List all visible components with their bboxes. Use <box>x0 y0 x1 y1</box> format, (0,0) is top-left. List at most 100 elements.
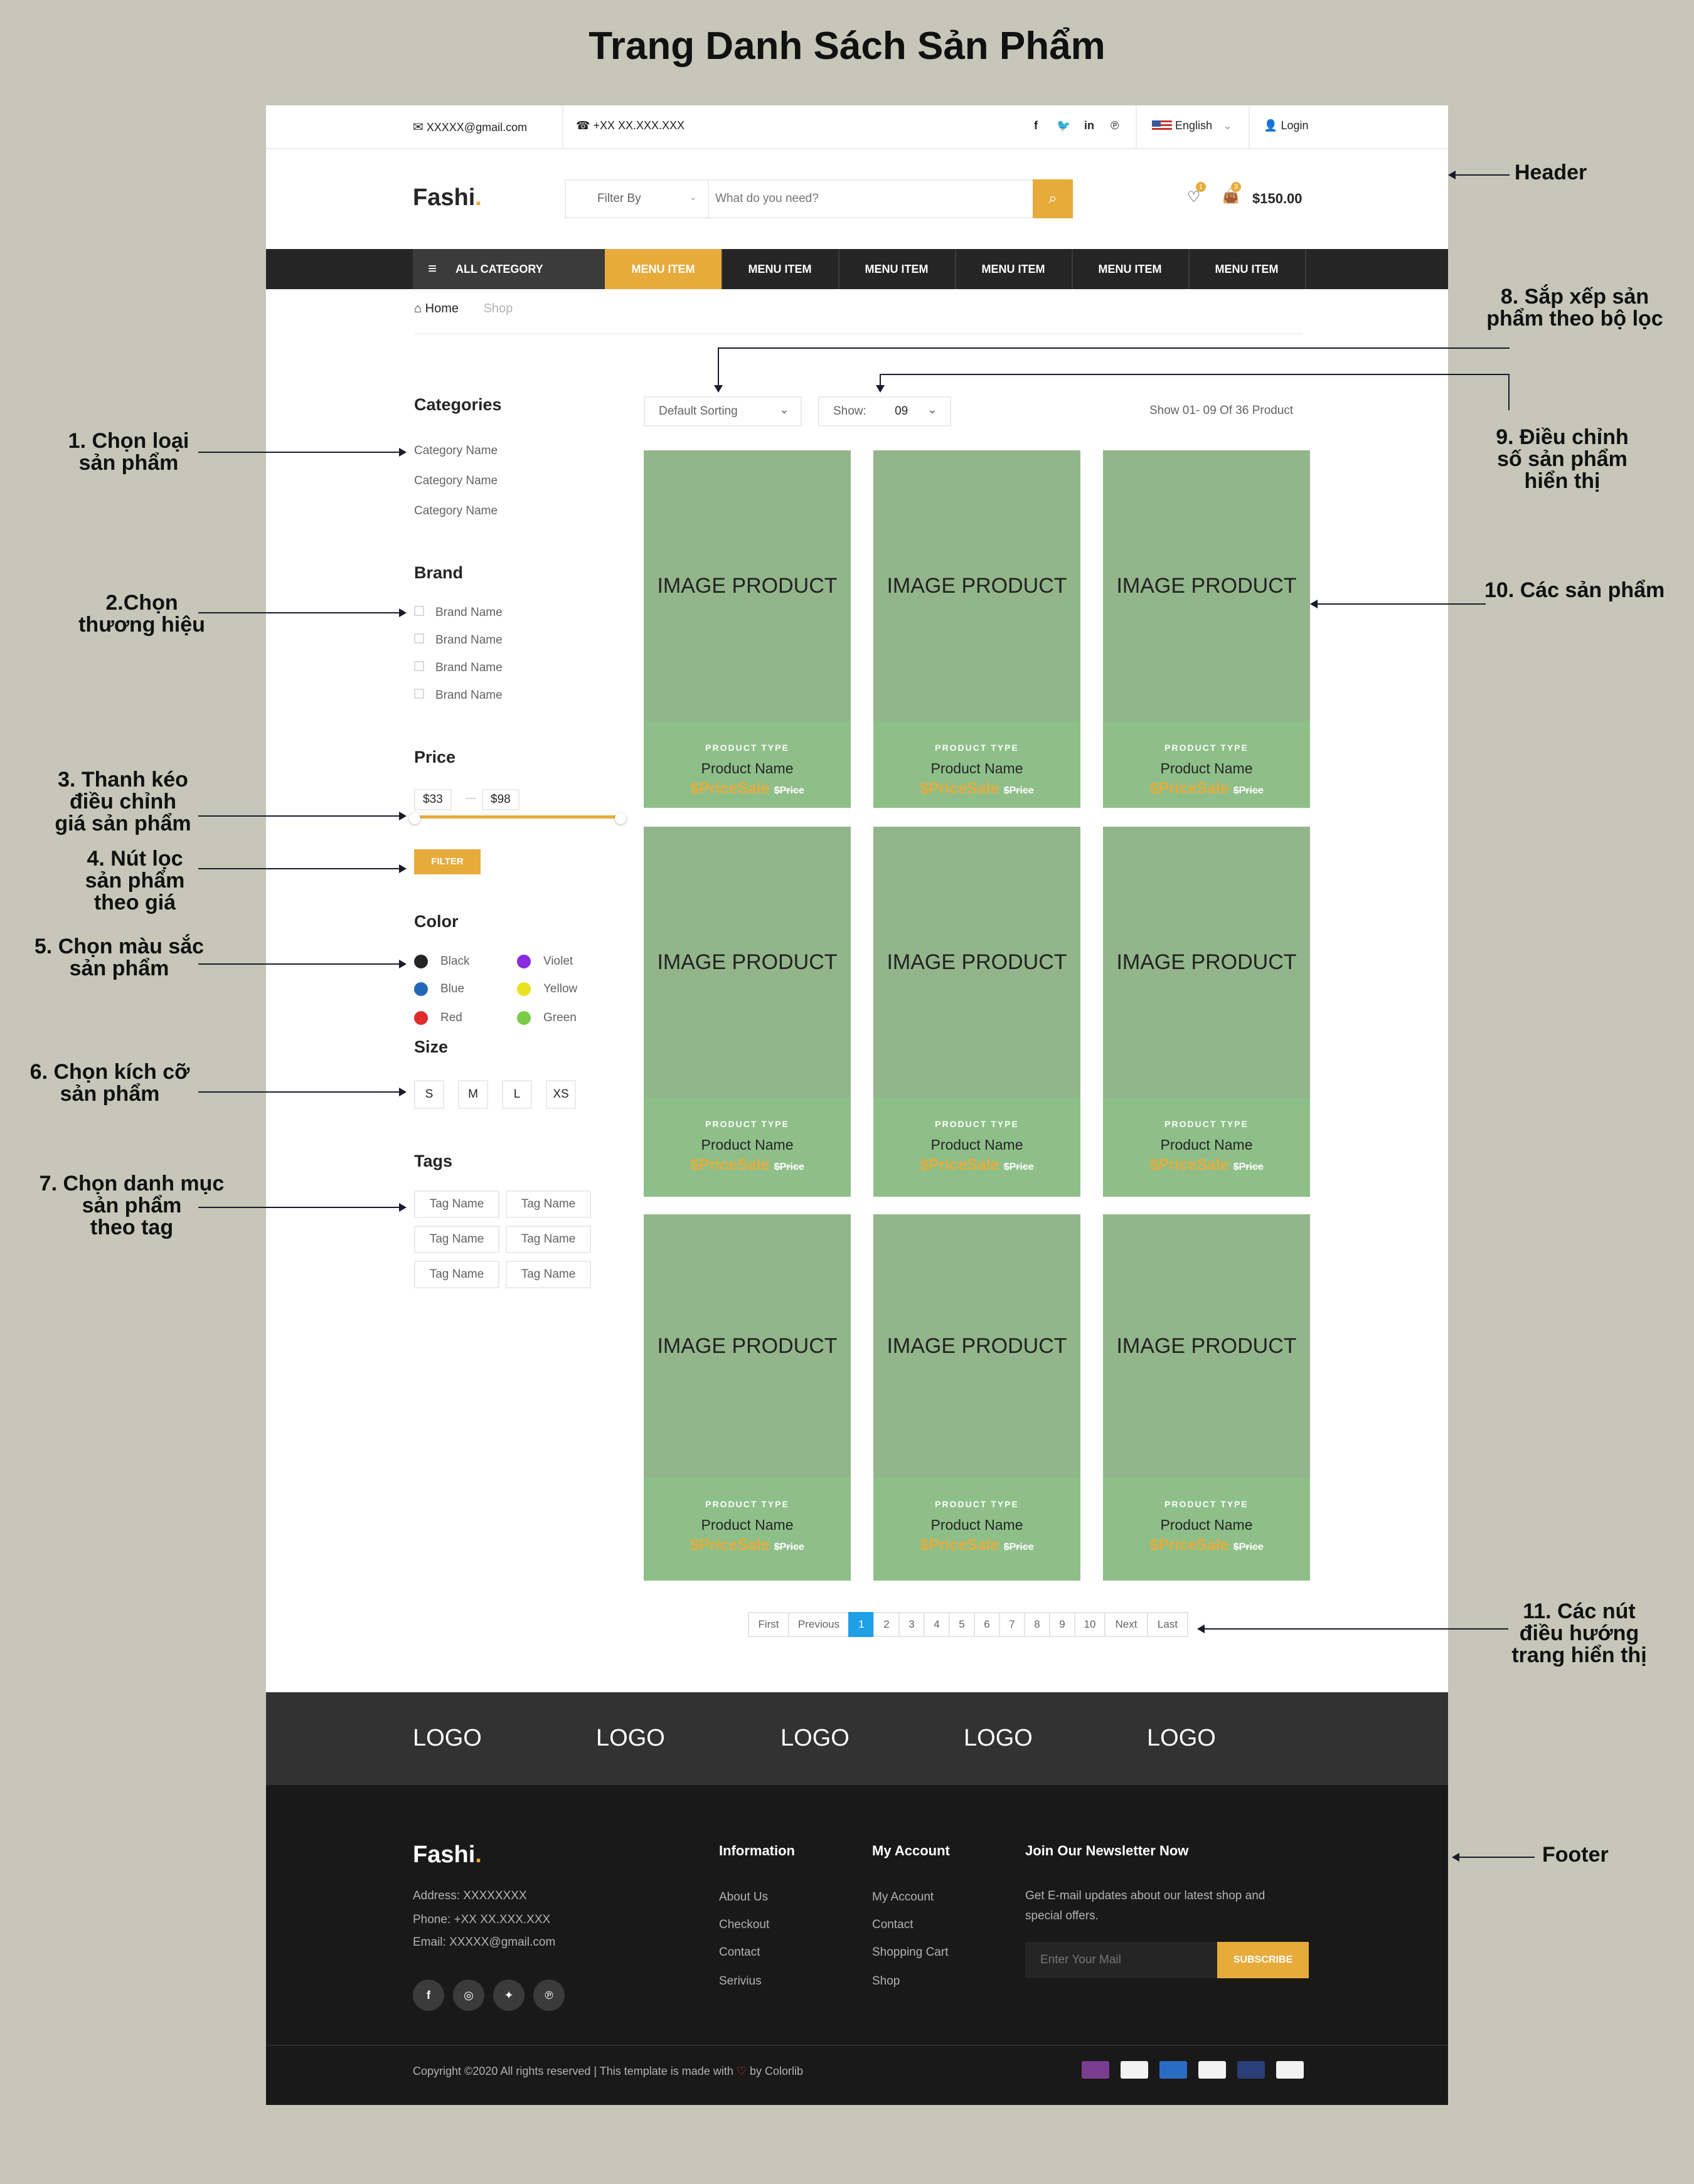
nav-menu-item[interactable]: MENU ITEM <box>955 249 1073 289</box>
twitter-icon[interactable]: ✦ <box>493 1980 525 2011</box>
search-button[interactable]: ⌕ <box>1033 179 1073 218</box>
tag-option[interactable]: Tag Name <box>506 1190 591 1218</box>
login-link[interactable]: 👤 Login <box>1264 119 1308 132</box>
instagram-icon[interactable]: ◎ <box>453 1980 484 2011</box>
pagination-button[interactable]: Previous <box>788 1612 850 1637</box>
size-option[interactable]: L <box>502 1080 532 1109</box>
email-contact[interactable]: ✉ XXXXX@gmail.com <box>413 119 527 135</box>
tag-option[interactable]: Tag Name <box>506 1261 591 1288</box>
product-name[interactable]: Product Name <box>1103 1137 1310 1153</box>
category-link[interactable]: Category Name <box>414 504 498 518</box>
facebook-icon[interactable]: f <box>1034 119 1038 132</box>
pagination-button[interactable]: Next <box>1104 1612 1148 1637</box>
nav-menu-item[interactable]: MENU ITEM <box>1188 249 1306 289</box>
pinterest-icon[interactable]: ℗ <box>533 1980 565 2011</box>
partner-logo[interactable]: LOGO <box>780 1725 850 1752</box>
product-image[interactable]: IMAGE PRODUCT <box>873 450 1080 721</box>
product-image[interactable]: IMAGE PRODUCT <box>873 827 1080 1098</box>
logo[interactable]: Fashi. <box>413 184 482 211</box>
product-card[interactable]: IMAGE PRODUCT PRODUCT TYPE Product Name $Pr… <box>1103 450 1310 808</box>
partner-logo[interactable]: LOGO <box>413 1725 482 1752</box>
partner-logo[interactable]: LOGO <box>964 1725 1033 1752</box>
twitter-icon[interactable]: 🐦 <box>1057 119 1070 132</box>
cart-button[interactable]: 👜 3 <box>1222 182 1241 204</box>
product-image[interactable]: IMAGE PRODUCT <box>1103 827 1310 1098</box>
linkedin-icon[interactable]: in <box>1084 119 1094 132</box>
nav-menu-item[interactable]: MENU ITEM <box>1072 249 1190 289</box>
pagination-button[interactable]: 7 <box>999 1612 1025 1637</box>
footer-link[interactable]: Serivius <box>719 1975 762 1988</box>
search-input[interactable] <box>714 186 1030 212</box>
product-card[interactable]: IMAGE PRODUCT PRODUCT TYPE Product Name $Pr… <box>873 1214 1080 1581</box>
nav-menu-item[interactable]: MENU ITEM <box>838 249 956 289</box>
product-name[interactable]: Product Name <box>1103 1517 1310 1534</box>
tag-option[interactable]: Tag Name <box>414 1261 499 1288</box>
footer-link[interactable]: Contact <box>872 1918 913 1932</box>
footer-logo[interactable]: Fashi. <box>413 1842 482 1869</box>
pagination-button[interactable]: 3 <box>898 1612 925 1637</box>
brand-checkbox[interactable]: Brand Name <box>414 661 503 675</box>
product-name[interactable]: Product Name <box>644 760 851 777</box>
pagination-button[interactable]: First <box>748 1612 789 1637</box>
price-max-input[interactable]: $98 <box>482 789 519 810</box>
checkbox[interactable] <box>414 661 424 671</box>
partner-logo[interactable]: LOGO <box>596 1725 665 1752</box>
price-range-slider[interactable] <box>414 815 620 819</box>
pagination-button[interactable]: 8 <box>1024 1612 1050 1637</box>
footer-link[interactable]: Shopping Cart <box>872 1946 948 1959</box>
product-image[interactable]: IMAGE PRODUCT <box>644 1214 851 1478</box>
pagination-button[interactable]: 6 <box>974 1612 1000 1637</box>
product-name[interactable]: Product Name <box>1103 760 1310 777</box>
product-name[interactable]: Product Name <box>873 1137 1080 1153</box>
product-name[interactable]: Product Name <box>644 1137 851 1153</box>
tag-option[interactable]: Tag Name <box>506 1226 591 1253</box>
show-count-select[interactable]: Show: 09 ⌄ <box>818 396 951 427</box>
tag-option[interactable]: Tag Name <box>414 1226 499 1253</box>
language-select[interactable]: English ⌄ <box>1152 119 1232 132</box>
product-name[interactable]: Product Name <box>873 1517 1080 1534</box>
checkbox[interactable] <box>414 606 424 616</box>
product-card[interactable]: IMAGE PRODUCT PRODUCT TYPE Product Name $Pr… <box>1103 827 1310 1197</box>
partner-logo[interactable]: LOGO <box>1147 1725 1216 1752</box>
category-link[interactable]: Category Name <box>414 444 498 458</box>
price-min-input[interactable]: $33 <box>414 789 452 810</box>
pagination-button[interactable]: 2 <box>873 1612 900 1637</box>
footer-link[interactable]: My Account <box>872 1890 934 1904</box>
product-card[interactable]: IMAGE PRODUCT PRODUCT TYPE Product Name $Pr… <box>644 1214 851 1581</box>
phone-contact[interactable]: ☎ +XX XX.XXX.XXX <box>576 119 685 132</box>
product-card[interactable]: IMAGE PRODUCT PRODUCT TYPE Product Name $Pr… <box>873 450 1080 808</box>
newsletter-email-input[interactable] <box>1025 1942 1217 1978</box>
product-card[interactable]: IMAGE PRODUCT PRODUCT TYPE Product Name $Pr… <box>1103 1214 1310 1581</box>
subscribe-button[interactable]: SUBSCRIBE <box>1217 1942 1309 1978</box>
footer-link[interactable]: About Us <box>719 1890 768 1904</box>
footer-link[interactable]: Contact <box>719 1946 760 1959</box>
product-image[interactable]: IMAGE PRODUCT <box>873 1214 1080 1478</box>
wishlist-button[interactable]: ♡ 1 <box>1187 182 1206 206</box>
pagination-button[interactable]: 4 <box>924 1612 950 1637</box>
checkbox[interactable] <box>414 633 424 644</box>
filter-button[interactable]: FILTER <box>414 849 481 874</box>
nav-menu-item[interactable]: MENU ITEM <box>605 249 723 289</box>
product-card[interactable]: IMAGE PRODUCT PRODUCT TYPE Product Name $Pr… <box>873 827 1080 1197</box>
product-image[interactable]: IMAGE PRODUCT <box>644 827 851 1098</box>
product-card[interactable]: IMAGE PRODUCT PRODUCT TYPE Product Name $Pr… <box>644 827 851 1197</box>
pagination-button[interactable]: 5 <box>949 1612 975 1637</box>
brand-checkbox[interactable]: Brand Name <box>414 606 503 620</box>
breadcrumb-home[interactable]: Home <box>425 302 459 315</box>
pagination-button[interactable]: 10 <box>1074 1612 1105 1637</box>
pagination-button[interactable]: 9 <box>1049 1612 1075 1637</box>
footer-link[interactable]: Checkout <box>719 1918 769 1932</box>
brand-checkbox[interactable]: Brand Name <box>414 689 503 702</box>
product-name[interactable]: Product Name <box>644 1517 851 1534</box>
tag-option[interactable]: Tag Name <box>414 1190 499 1218</box>
size-option[interactable]: M <box>458 1080 488 1109</box>
slider-handle-min[interactable] <box>409 813 420 824</box>
slider-handle-max[interactable] <box>615 813 626 824</box>
size-option[interactable]: XS <box>546 1080 576 1109</box>
size-option[interactable]: S <box>414 1080 444 1109</box>
pinterest-icon[interactable]: ℗ <box>1111 119 1119 132</box>
category-link[interactable]: Category Name <box>414 474 498 488</box>
product-image[interactable]: IMAGE PRODUCT <box>644 450 851 721</box>
facebook-icon[interactable]: f <box>413 1980 444 2011</box>
product-image[interactable]: IMAGE PRODUCT <box>1103 1214 1310 1478</box>
